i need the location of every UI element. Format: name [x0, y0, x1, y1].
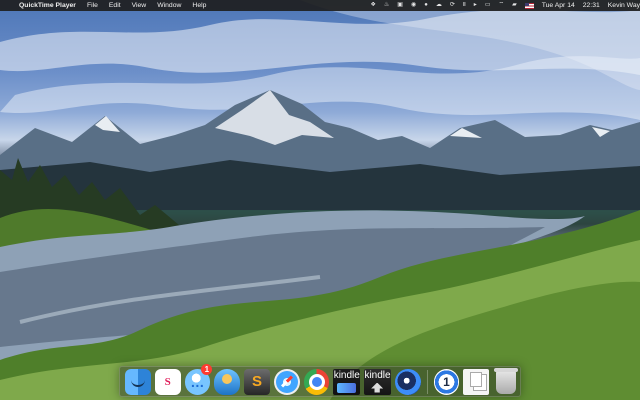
play-icon[interactable]: ▸	[474, 0, 477, 11]
kindle-label: kindle	[333, 369, 360, 381]
sync-icon[interactable]	[394, 368, 421, 395]
bird-icon[interactable]	[214, 368, 241, 395]
date-label[interactable]: Tue Apr 14	[542, 0, 575, 11]
messages-icon[interactable]: … 1	[184, 363, 213, 395]
slack-icon[interactable]: S	[154, 368, 181, 395]
circle-icon[interactable]: ◉	[411, 0, 416, 11]
messages-badge: 1	[201, 363, 213, 375]
kindle-upload-icon[interactable]: kindle	[364, 368, 391, 395]
wifi-icon[interactable]: ⌔	[498, 0, 504, 11]
upload-arrow-icon	[371, 382, 384, 393]
cloud-icon[interactable]: ☁	[436, 0, 442, 11]
time-label[interactable]: 22:31	[583, 0, 600, 11]
flame-icon[interactable]: ♨	[384, 0, 389, 11]
kindle-previewer-label: kindle	[364, 369, 391, 381]
kindle-icon[interactable]: kindle	[333, 368, 361, 395]
menu-left-group: QuickTime Player File Edit View Window H…	[0, 0, 206, 11]
app-menu[interactable]: QuickTime Player	[19, 0, 76, 11]
kindle-reader-graphic	[337, 382, 357, 393]
us-flag-icon[interactable]	[524, 2, 534, 9]
status-menu-group: ❖ ♨ ▣ ◉ ● ☁ ⟳ Ⅱ ▸ ▭ ⌔ ▰ Tue Apr 14 22:31…	[362, 0, 640, 11]
battery-icon[interactable]: ▰	[512, 0, 517, 11]
key-icon[interactable]: 1	[433, 368, 460, 395]
screen-icon[interactable]: ▣	[397, 0, 403, 11]
menu-help[interactable]: Help	[192, 0, 206, 11]
desktop-wallpaper	[0, 0, 640, 400]
user-icon[interactable]: ●	[424, 0, 428, 11]
compass-icon[interactable]	[273, 368, 300, 395]
dock: S … 1 S kindle kindle 1	[119, 363, 521, 397]
airplay-icon[interactable]: ▭	[485, 0, 491, 11]
menu-edit[interactable]: Edit	[109, 0, 121, 11]
documents-icon[interactable]	[463, 368, 490, 395]
menu-file[interactable]: File	[87, 0, 98, 11]
pause-icon[interactable]: Ⅱ	[463, 0, 466, 11]
chrome-icon[interactable]	[303, 368, 330, 395]
menu-window[interactable]: Window	[157, 0, 181, 11]
menu-view[interactable]: View	[132, 0, 147, 11]
onepassword-label: 1	[443, 374, 450, 389]
scrivener-icon[interactable]: S	[244, 368, 270, 395]
trash-icon[interactable]	[494, 367, 518, 394]
menu-bar: QuickTime Player File Edit View Window H…	[0, 0, 640, 11]
finder-icon[interactable]	[125, 368, 151, 395]
user-name[interactable]: Kevin Way	[608, 0, 640, 11]
slack-letter: S	[164, 375, 171, 388]
messages-dots: …	[190, 373, 205, 390]
scrivener-letter: S	[251, 373, 262, 390]
dropbox-icon[interactable]: ❖	[370, 0, 375, 11]
sync-icon[interactable]: ⟳	[450, 0, 455, 11]
dock-separator	[426, 369, 428, 394]
